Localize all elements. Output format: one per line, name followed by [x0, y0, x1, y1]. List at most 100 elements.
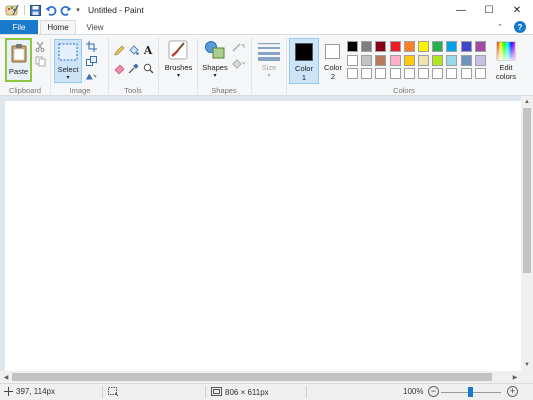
- shape-fill-icon[interactable]: [232, 57, 246, 69]
- status-separator: [102, 386, 103, 398]
- shapes-group-label: Shapes: [211, 86, 237, 95]
- palette-swatch[interactable]: [389, 41, 401, 52]
- palette-swatch[interactable]: [389, 54, 401, 66]
- resize-icon[interactable]: [85, 55, 97, 67]
- status-separator: [306, 386, 307, 398]
- size-button[interactable]: Size ▾: [255, 38, 283, 84]
- palette-swatch[interactable]: [474, 54, 486, 66]
- color1-number: 1: [301, 73, 307, 82]
- maximize-button[interactable]: ☐: [475, 0, 503, 20]
- palette-swatch[interactable]: [403, 54, 415, 66]
- pencil-icon[interactable]: [113, 44, 125, 56]
- scroll-up-icon[interactable]: ▲: [521, 96, 533, 108]
- color1-swatch: [295, 43, 313, 61]
- tab-view[interactable]: View: [80, 20, 110, 34]
- copy-icon[interactable]: [34, 55, 46, 67]
- palette-swatch[interactable]: [375, 54, 387, 66]
- color1-button[interactable]: Color 1: [289, 38, 319, 84]
- palette-swatch[interactable]: [418, 68, 429, 79]
- text-tool-icon[interactable]: A: [142, 44, 154, 57]
- paint-app-icon[interactable]: [4, 3, 20, 17]
- palette-swatch[interactable]: [460, 68, 472, 79]
- palette-swatch[interactable]: [375, 41, 387, 52]
- palette-swatch[interactable]: [432, 68, 444, 79]
- zoom-in-icon[interactable]: +: [507, 386, 518, 397]
- group-separator: [50, 38, 51, 94]
- minimize-button[interactable]: —: [447, 0, 475, 20]
- status-bar: 397, 114px 806 × 611px 100% − +: [0, 383, 533, 400]
- brushes-button[interactable]: Brushes ▾: [162, 38, 195, 84]
- save-icon[interactable]: [28, 3, 42, 17]
- crop-icon[interactable]: [85, 40, 97, 52]
- palette-swatch[interactable]: [418, 41, 429, 52]
- eraser-icon[interactable]: [113, 62, 125, 74]
- palette-swatch[interactable]: [375, 68, 387, 79]
- palette-swatch[interactable]: [361, 68, 373, 79]
- palette-swatch[interactable]: [432, 41, 444, 52]
- palette-swatch[interactable]: [446, 54, 458, 66]
- tab-home[interactable]: Home: [40, 20, 76, 34]
- drawing-canvas[interactable]: [5, 101, 521, 371]
- magnifier-icon[interactable]: [142, 62, 154, 74]
- color-picker-icon[interactable]: [127, 62, 139, 74]
- minimize-ribbon-icon[interactable]: ⌃: [497, 23, 503, 31]
- image-size-icon: [211, 387, 222, 396]
- color2-button[interactable]: Color 2: [320, 38, 346, 84]
- tab-file[interactable]: File: [0, 20, 38, 34]
- selection-size: [108, 387, 119, 397]
- color2-number: 2: [330, 72, 336, 81]
- color2-swatch: [325, 44, 340, 59]
- palette-swatch[interactable]: [446, 68, 458, 79]
- scroll-left-icon[interactable]: ◀: [0, 371, 12, 383]
- horizontal-scroll-thumb[interactable]: [12, 373, 492, 381]
- tools-group-label: Tools: [124, 86, 142, 95]
- palette-swatch[interactable]: [403, 41, 415, 52]
- palette-swatch[interactable]: [389, 68, 401, 79]
- shapes-dropdown-icon: ▾: [213, 73, 217, 79]
- shapes-label: Shapes: [202, 63, 228, 72]
- palette-swatch[interactable]: [446, 41, 458, 52]
- redo-icon[interactable]: [59, 3, 73, 17]
- horizontal-scrollbar[interactable]: ◀ ▶: [0, 371, 533, 383]
- select-label: Select: [57, 65, 79, 74]
- vertical-scroll-thumb[interactable]: [523, 108, 531, 273]
- palette-swatch[interactable]: [347, 54, 358, 66]
- customize-quick-access-icon[interactable]: ▾: [73, 3, 83, 17]
- edit-colors-label-2: colors: [495, 72, 516, 81]
- edit-colors-button[interactable]: Edit colors: [492, 38, 520, 84]
- outline-icon[interactable]: [232, 41, 246, 53]
- palette-swatch[interactable]: [460, 54, 472, 66]
- zoom-out-icon[interactable]: −: [428, 386, 439, 397]
- palette-swatch[interactable]: [361, 41, 373, 52]
- rotate-icon[interactable]: [85, 70, 97, 82]
- select-dropdown-icon: ▾: [66, 75, 70, 81]
- palette-swatch[interactable]: [474, 68, 486, 79]
- fill-icon[interactable]: [127, 44, 139, 56]
- ribbon-tabs: File Home View ⌃ ?: [0, 20, 533, 34]
- scroll-right-icon[interactable]: ▶: [509, 371, 521, 383]
- palette-swatch[interactable]: [361, 54, 373, 66]
- palette-swatch[interactable]: [460, 41, 472, 52]
- palette-swatch[interactable]: [347, 68, 358, 79]
- cut-icon[interactable]: [34, 40, 46, 52]
- shapes-button[interactable]: Shapes ▾: [200, 38, 230, 84]
- palette-swatch[interactable]: [432, 54, 444, 66]
- palette-swatch[interactable]: [418, 54, 429, 66]
- color2-label: Color: [324, 63, 342, 72]
- help-icon[interactable]: ?: [514, 21, 526, 33]
- image-size-text: 806 × 611px: [225, 387, 269, 397]
- paste-button[interactable]: Paste: [5, 38, 32, 82]
- edit-colors-label: Edit: [499, 63, 513, 72]
- status-separator: [205, 386, 206, 398]
- palette-swatch[interactable]: [474, 41, 486, 52]
- select-button[interactable]: Select ▾: [54, 39, 82, 83]
- canvas-workspace: [0, 96, 521, 371]
- zoom-slider-thumb[interactable]: [468, 387, 473, 397]
- palette-swatch[interactable]: [403, 68, 415, 79]
- vertical-scrollbar[interactable]: ▲ ▼: [521, 96, 533, 371]
- close-button[interactable]: ✕: [503, 0, 531, 20]
- size-label: Size: [261, 63, 277, 72]
- undo-icon[interactable]: [44, 3, 58, 17]
- palette-swatch[interactable]: [347, 41, 358, 52]
- scroll-down-icon[interactable]: ▼: [521, 359, 533, 371]
